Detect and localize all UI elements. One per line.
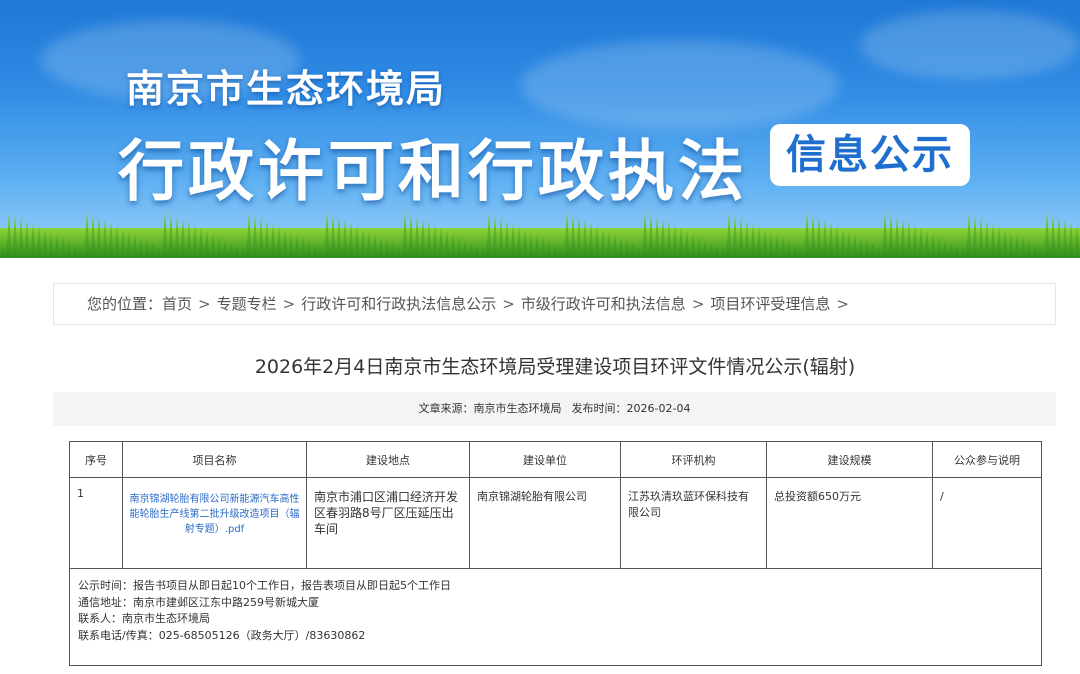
table-header-row: 序号 项目名称 建设地点 建设单位 环评机构 建设规模 公众参与说明 [69,441,1042,478]
eia-table: 序号 项目名称 建设地点 建设单位 环评机构 建设规模 公众参与说明 1 南京锦… [69,441,1042,666]
breadcrumb-separator: > [691,295,705,313]
breadcrumb-prefix: 您的位置： [87,295,163,313]
public-participation: / [940,490,944,503]
header-banner: 南京市生态环境局 行政许可和行政执法 信息公示 [0,0,1080,258]
date-label: 发布时间： [571,402,627,415]
cloud-decoration [860,10,1080,80]
table-header-cell: 序号 [69,441,123,478]
breadcrumb-link-topics[interactable]: 专题专栏 [217,295,277,313]
table-header-cell: 建设规模 [766,441,933,478]
note-line: 联系电话/传真：025-68505126（政务大厅）/83630862 [78,628,366,642]
breadcrumb-separator: > [502,295,515,313]
table-header-cell: 公众参与说明 [932,441,1042,478]
breadcrumb-separator: > [282,295,296,313]
project-builder: 南京锦湖轮胎有限公司 [477,490,587,503]
breadcrumb-separator: > [198,295,211,313]
notes-row: 公示时间：报告书项目从即日起10个工作日，报告表项目从即日起5个工作日 通信地址… [69,568,1042,666]
table-header-cell: 建设地点 [306,441,470,478]
date-value: 2026-02-04 [626,402,691,415]
table-header-cell: 项目名称 [122,441,307,478]
cloud-decoration [520,40,840,130]
page-title: 2026年2月4日南京市生态环境局受理建设项目环评文件情况公示(辐射) [254,356,856,378]
breadcrumb-separator: > [836,295,849,313]
breadcrumb-link-eia[interactable]: 项目环评受理信息 [710,295,830,313]
note-line: 联系人：南京市生态环境局 [78,612,210,625]
project-scale: 总投资额650万元 [774,490,861,503]
note-line: 公示时间：报告书项目从即日起10个工作日，报告表项目从即日起5个工作日 [78,579,451,592]
source-value: 南京市生态环境局 [473,402,562,415]
source-label: 文章来源： [418,402,474,415]
eia-agency: 江苏玖清玖蓝环保科技有限公司 [628,490,749,519]
row-index: 1 [77,487,84,500]
org-name: 南京市生态环境局 [126,67,447,111]
banner-badge: 信息公示 [770,124,970,186]
project-location: 南京市浦口区浦口经济开发区春羽路8号厂区压延压出车间 [314,490,459,536]
breadcrumb-link-publicity[interactable]: 行政许可和行政执法信息公示 [301,295,496,313]
breadcrumb: 您的位置：首页 > 专题专栏 > 行政许可和行政执法信息公示 > 市级行政许可和执法信息 > 项… [53,283,1056,325]
breadcrumb-link-city-level[interactable]: 市级行政许可和执法信息 [521,295,686,313]
project-file-link[interactable]: 南京锦湖轮胎有限公司新能源汽车高性能轮胎生产线第二批升级改造项目（辐射专题）.p… [123,478,306,537]
table-header-cell: 建设单位 [469,441,621,478]
table-header-cell: 环评机构 [620,441,767,478]
table-row: 1 南京锦湖轮胎有限公司新能源汽车高性能轮胎生产线第二批升级改造项目（辐射专题）… [69,477,1042,569]
notes-block: 公示时间：报告书项目从即日起10个工作日，报告表项目从即日起5个工作日 通信地址… [70,569,1041,644]
banner-headline: 行政许可和行政执法 [118,133,748,210]
note-line: 通信地址：南京市建邺区江东中路259号新城大厦 [78,595,319,609]
breadcrumb-link-home[interactable]: 首页 [162,295,192,313]
article-meta: 文章来源：南京市生态环境局 发布时间：2026-02-04 [53,392,1056,426]
